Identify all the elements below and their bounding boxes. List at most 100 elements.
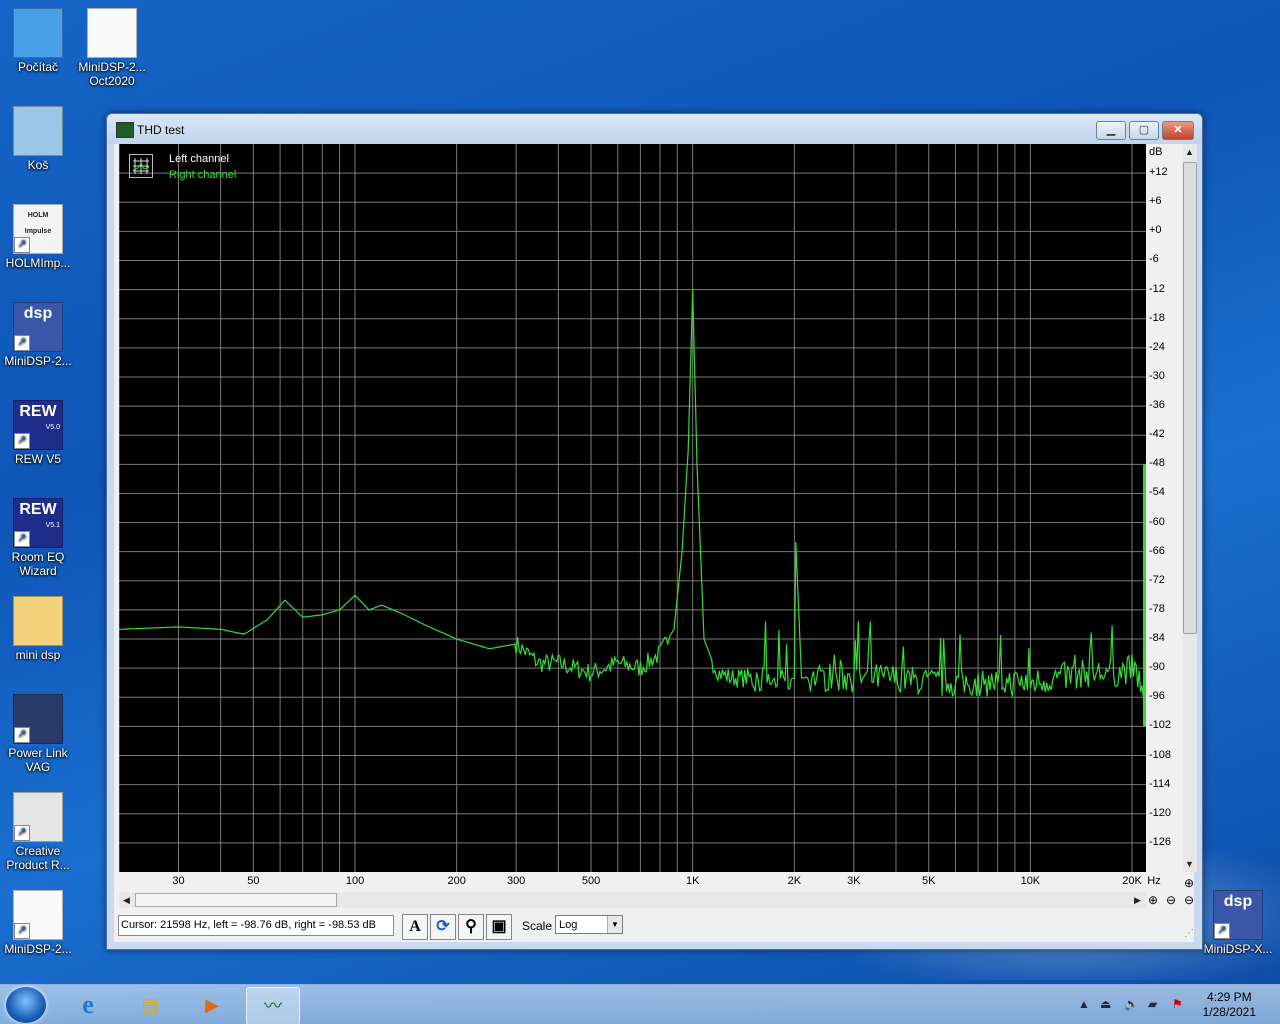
legend-right-channel[interactable]: Right channel [169, 169, 236, 181]
y-tick-label: -78 [1149, 602, 1165, 615]
desktop-icon[interactable]: ↗ Creative Product R... [0, 792, 76, 872]
grid-toggle-icon[interactable] [129, 154, 153, 178]
y-tick-label: -90 [1149, 661, 1165, 674]
y-tick-label: -6 [1149, 253, 1159, 266]
close-button[interactable]: ✕ [1162, 121, 1194, 140]
x-tick-label: 10K [1020, 875, 1041, 887]
maximize-button[interactable]: ▢ [1129, 121, 1159, 140]
horizontal-scroll-thumb[interactable] [135, 893, 337, 907]
y-unit-label: dB [1149, 146, 1163, 158]
desktop-icon[interactable]: REW V5.1 ↗ Room EQ Wizard [0, 498, 76, 578]
scroll-down-icon[interactable]: ▼ [1182, 856, 1197, 872]
start-button[interactable] [6, 987, 46, 1023]
desktop-icon[interactable]: mini dsp [0, 596, 76, 662]
shortcut-arrow-icon: ↗ [14, 825, 30, 841]
desktop-icon[interactable]: HOLM Impulse ↗ HOLMImp... [0, 204, 76, 270]
font-button[interactable]: A [402, 914, 428, 940]
icon-version-text: V5.1 [45, 522, 60, 529]
horizontal-scrollbar[interactable]: ◀ ▶ [119, 892, 1146, 908]
refresh-icon[interactable]: ⟳ [430, 914, 456, 940]
magnifier-icon[interactable]: ⚲ [458, 914, 484, 940]
spectrum-chart[interactable] [119, 144, 1146, 872]
resize-grip-icon[interactable]: ⋰ [1184, 928, 1194, 939]
desktop-icon-label: mini dsp [15, 648, 61, 662]
y-tick-label: -54 [1149, 486, 1165, 499]
y-tick-label: -12 [1149, 282, 1165, 295]
y-tick-label: -30 [1149, 369, 1165, 382]
thd-test-taskbar-icon[interactable]: 〰 [246, 987, 300, 1024]
minimize-button[interactable]: ▁ [1096, 121, 1126, 140]
clock-time: 4:29 PM [1206, 990, 1252, 1004]
save-icon[interactable]: ▣ [486, 914, 512, 940]
zoom-in-icon[interactable]: ⊕ [1145, 892, 1161, 908]
y-tick-label: -36 [1149, 399, 1165, 412]
y-tick-label: +6 [1149, 195, 1162, 208]
action-center-icon[interactable]: ⚑ [1172, 997, 1183, 1011]
desktop-icon-label: Room EQ Wizard [11, 550, 65, 578]
desktop-icon[interactable]: dsp ↗ MiniDSP-X... [1200, 890, 1276, 956]
thd-test-window[interactable]: THD test ▁ ▢ ✕ Left channel Right channe… [106, 113, 1203, 950]
x-tick-label: 500 [581, 875, 601, 887]
desktop-icon[interactable]: Počítač [0, 8, 76, 74]
desktop-icon-label: Creative Product R... [6, 844, 70, 872]
zoom-reset-icon[interactable]: ⊖ [1181, 892, 1197, 908]
vertical-scrollbar[interactable]: ▲ ▼ [1182, 144, 1197, 872]
desktop-icon-label: MiniDSP-2... Oct2020 [78, 60, 146, 88]
desktop-icon[interactable]: REW V5.0 ↗ REW V5 [0, 400, 76, 466]
desktop-icon-label: Koš [27, 158, 49, 172]
desktop-icon-label: MiniDSP-X... [1203, 942, 1273, 956]
folder-icon [13, 596, 63, 646]
zoom-fit-icon[interactable]: ⊕ [1181, 875, 1197, 891]
window-client: Left channel Right channel +12 +6 +0 -6 -12 -… [114, 144, 1197, 942]
x-tick-label: 50 [247, 875, 260, 887]
right-channel-trace [119, 289, 1146, 717]
holm-impulse-icon: HOLM Impulse ↗ [13, 204, 63, 254]
volume-icon[interactable]: 🔈 [1124, 997, 1139, 1011]
scale-select[interactable]: Log ▼ [555, 915, 623, 934]
clock[interactable]: 4:29 PM 1/28/2021 [1203, 990, 1256, 1020]
y-tick-label: -48 [1149, 457, 1165, 470]
y-tick-label: -126 [1149, 835, 1172, 848]
scroll-up-icon[interactable]: ▲ [1182, 144, 1197, 160]
shortcut-arrow-icon: ↗ [14, 727, 30, 743]
rew-icon: REW V5.1 ↗ [13, 498, 63, 548]
desktop-icon[interactable]: ↗ MiniDSP-2... [0, 890, 76, 956]
scroll-left-icon[interactable]: ◀ [119, 892, 134, 908]
creative-icon: ↗ [13, 792, 63, 842]
chevron-down-icon[interactable]: ▼ [607, 916, 622, 933]
desktop-icon[interactable]: MiniDSP-2... Oct2020 [74, 8, 150, 88]
desktop-icon-label: MiniDSP-2... [4, 354, 72, 368]
spectrum-plot[interactable]: Left channel Right channel [119, 144, 1146, 872]
icon-badge-text: REW [19, 501, 57, 518]
y-tick-label: -66 [1149, 544, 1165, 557]
xml-file-icon [87, 8, 137, 58]
internet-explorer-icon[interactable]: e [62, 987, 114, 1023]
minidsp-icon: dsp ↗ [1213, 890, 1263, 940]
tray-device-icon[interactable]: ⏏ [1100, 997, 1111, 1011]
icon-badge-text: HOLM Impulse [24, 212, 52, 235]
desktop-icon[interactable]: dsp ↗ MiniDSP-2... [0, 302, 76, 368]
clock-date: 1/28/2021 [1202, 1005, 1256, 1019]
vertical-scroll-thumb[interactable] [1183, 162, 1197, 634]
window-titlebar[interactable]: THD test ▁ ▢ ✕ [107, 114, 1202, 144]
desktop-icon[interactable]: Koš [0, 106, 76, 172]
y-tick-label: -108 [1149, 748, 1172, 761]
scroll-right-icon[interactable]: ▶ [1130, 892, 1145, 908]
shortcut-arrow-icon: ↗ [14, 531, 30, 547]
legend-left-channel[interactable]: Left channel [169, 153, 229, 165]
desktop-icon-label: Počítač [17, 60, 59, 74]
icon-version-text: V5.0 [45, 424, 60, 431]
x-tick-label: 3K [847, 875, 861, 887]
rew-icon: REW V5.0 ↗ [13, 400, 63, 450]
x-tick-label: 5K [921, 875, 936, 887]
file-explorer-icon[interactable]: ▤ [124, 987, 176, 1023]
media-player-icon[interactable]: ▶ [186, 987, 238, 1023]
desktop-icon-label: HOLMImp... [5, 256, 71, 270]
zoom-out-icon[interactable]: ⊖ [1163, 892, 1179, 908]
tray-expand-icon[interactable]: ▲ [1078, 997, 1090, 1011]
network-icon[interactable]: ▰ [1148, 997, 1157, 1011]
desktop-icon[interactable]: ↗ Power Link VAG [0, 694, 76, 774]
y-tick-label: -96 [1149, 690, 1165, 703]
minidsp-icon: dsp ↗ [13, 302, 63, 352]
x-tick-label: 30 [172, 875, 185, 887]
